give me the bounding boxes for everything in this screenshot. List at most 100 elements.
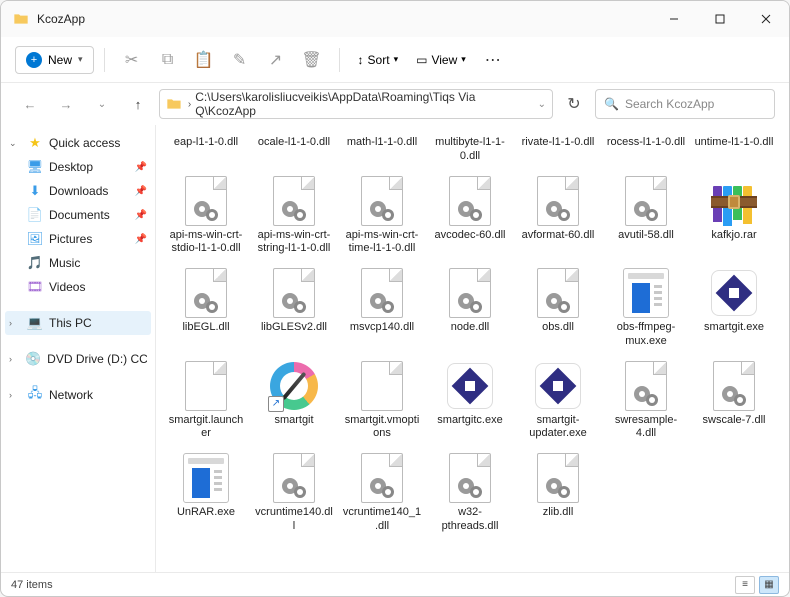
file-icon (709, 176, 759, 226)
minimize-button[interactable] (651, 1, 697, 37)
file-item[interactable]: ocale-l1-1-0.dll (252, 133, 336, 168)
file-icon (709, 361, 759, 411)
folder-icon (166, 96, 182, 112)
address-bar[interactable]: › C:\Users\karolisliucveikis\AppData\Roa… (159, 89, 553, 119)
file-icon: ↗ (269, 361, 319, 411)
file-item[interactable]: obs-ffmpeg-mux.exe (604, 264, 688, 353)
view-button[interactable]: ▭ View ▾ (408, 48, 474, 72)
file-item[interactable]: multibyte-l1-1-0.dll (428, 133, 512, 168)
file-item[interactable]: libGLESv2.dll (252, 264, 336, 353)
sidebar-item-quick-access[interactable]: ⌄★Quick access (5, 131, 151, 155)
sidebar-item-pictures[interactable]: 🖼Pictures📌 (5, 227, 151, 251)
file-list[interactable]: eap-l1-1-0.dll ocale-l1-1-0.dll math-l1-1-… (156, 125, 789, 572)
command-bar: + New ▾ ✂ ⧉ 📋 ✎ ↗ 🗑 ↕ Sort ▾ ▭ View ▾ ⋯ (1, 37, 789, 83)
file-item[interactable]: msvcp140.dll (340, 264, 424, 353)
sidebar-item-desktop[interactable]: 🖥Desktop📌 (5, 155, 151, 179)
file-label: untime-l1-1-0.dll (695, 136, 774, 150)
file-icon (357, 453, 407, 503)
sidebar-item-downloads[interactable]: ⬇Downloads📌 (5, 179, 151, 203)
file-label: zlib.dll (543, 506, 574, 520)
file-item[interactable]: UnRAR.exe (164, 449, 248, 538)
pin-icon: 📌 (135, 162, 147, 173)
search-input[interactable]: 🔍 Search KcozApp (595, 89, 775, 119)
file-label: smartgit.launcher (166, 414, 246, 442)
file-item[interactable]: math-l1-1-0.dll (340, 133, 424, 168)
file-icon (181, 268, 231, 318)
file-item[interactable]: kafkjo.rar (692, 172, 776, 261)
chevron-down-icon: ▾ (78, 54, 83, 65)
file-label: kafkjo.rar (711, 229, 756, 243)
rename-icon[interactable]: ✎ (223, 43, 257, 77)
file-item[interactable]: avformat-60.dll (516, 172, 600, 261)
file-item[interactable]: rivate-l1-1-0.dll (516, 133, 600, 168)
chevron-down-icon[interactable]: ⌄ (87, 89, 117, 119)
file-label: ocale-l1-1-0.dll (258, 136, 330, 150)
sidebar-item-this-pc[interactable]: ›💻This PC (5, 311, 151, 335)
back-button[interactable]: ← (15, 89, 45, 119)
file-item[interactable]: vcruntime140_1.dll (340, 449, 424, 538)
pin-icon: 📌 (135, 210, 147, 221)
sidebar-item-dvd[interactable]: ›💿DVD Drive (D:) CCCC (5, 347, 151, 371)
refresh-button[interactable]: ↻ (559, 89, 589, 119)
details-view-button[interactable]: ≡ (735, 576, 755, 594)
file-item[interactable]: eap-l1-1-0.dll (164, 133, 248, 168)
file-item[interactable]: ↗smartgit (252, 357, 336, 446)
close-button[interactable] (743, 1, 789, 37)
share-icon[interactable]: ↗ (259, 43, 293, 77)
file-item[interactable]: w32-pthreads.dll (428, 449, 512, 538)
file-item[interactable]: api-ms-win-crt-string-l1-1-0.dll (252, 172, 336, 261)
copy-icon[interactable]: ⧉ (151, 43, 185, 77)
file-label: avformat-60.dll (522, 229, 595, 243)
file-icon (533, 268, 583, 318)
file-label: vcruntime140.dll (254, 506, 334, 534)
icons-view-button[interactable]: ▦ (759, 576, 779, 594)
file-item[interactable]: swresample-4.dll (604, 357, 688, 446)
new-button[interactable]: + New ▾ (15, 46, 94, 74)
up-button[interactable]: ↑ (123, 89, 153, 119)
file-label: obs-ffmpeg-mux.exe (606, 321, 686, 349)
file-item[interactable]: vcruntime140.dll (252, 449, 336, 538)
file-item[interactable]: api-ms-win-crt-stdio-l1-1-0.dll (164, 172, 248, 261)
file-item[interactable]: smartgit-updater.exe (516, 357, 600, 446)
sort-icon: ↕ (358, 53, 364, 67)
file-icon (621, 361, 671, 411)
file-item[interactable]: rocess-l1-1-0.dll (604, 133, 688, 168)
explorer-window: KcozApp + New ▾ ✂ ⧉ 📋 ✎ ↗ 🗑 ↕ Sort ▾ ▭ V… (0, 0, 790, 597)
sidebar-item-videos[interactable]: 🎞Videos (5, 275, 151, 299)
file-item[interactable]: swscale-7.dll (692, 357, 776, 446)
file-icon (621, 268, 671, 318)
more-icon[interactable]: ⋯ (476, 43, 510, 77)
file-label: avutil-58.dll (618, 229, 674, 243)
file-label: smartgit.vmoptions (342, 414, 422, 442)
sort-button[interactable]: ↕ Sort ▾ (350, 48, 407, 72)
paste-icon[interactable]: 📋 (187, 43, 221, 77)
cut-icon[interactable]: ✂ (115, 43, 149, 77)
file-item[interactable]: avutil-58.dll (604, 172, 688, 261)
file-item[interactable]: smartgitc.exe (428, 357, 512, 446)
pin-icon: 📌 (135, 186, 147, 197)
file-item[interactable]: zlib.dll (516, 449, 600, 538)
file-item[interactable]: untime-l1-1-0.dll (692, 133, 776, 168)
file-label: msvcp140.dll (350, 321, 414, 335)
file-item[interactable]: smartgit.exe (692, 264, 776, 353)
file-item[interactable]: api-ms-win-crt-time-l1-1-0.dll (340, 172, 424, 261)
file-label: smartgit.exe (704, 321, 764, 335)
file-icon (445, 268, 495, 318)
sidebar-item-documents[interactable]: 📄Documents📌 (5, 203, 151, 227)
file-item[interactable]: avcodec-60.dll (428, 172, 512, 261)
file-item[interactable]: node.dll (428, 264, 512, 353)
maximize-button[interactable] (697, 1, 743, 37)
chevron-down-icon[interactable]: ⌄ (538, 99, 546, 110)
file-item[interactable]: smartgit.vmoptions (340, 357, 424, 446)
file-item[interactable]: smartgit.launcher (164, 357, 248, 446)
sidebar-item-music[interactable]: 🎵Music (5, 251, 151, 275)
file-icon (181, 361, 231, 411)
delete-icon[interactable]: 🗑 (295, 43, 329, 77)
file-icon (357, 361, 407, 411)
file-label: multibyte-l1-1-0.dll (430, 136, 510, 164)
sidebar-item-network[interactable]: ›🖧Network (5, 383, 151, 407)
file-icon (269, 453, 319, 503)
file-item[interactable]: libEGL.dll (164, 264, 248, 353)
forward-button[interactable]: → (51, 89, 81, 119)
file-item[interactable]: obs.dll (516, 264, 600, 353)
